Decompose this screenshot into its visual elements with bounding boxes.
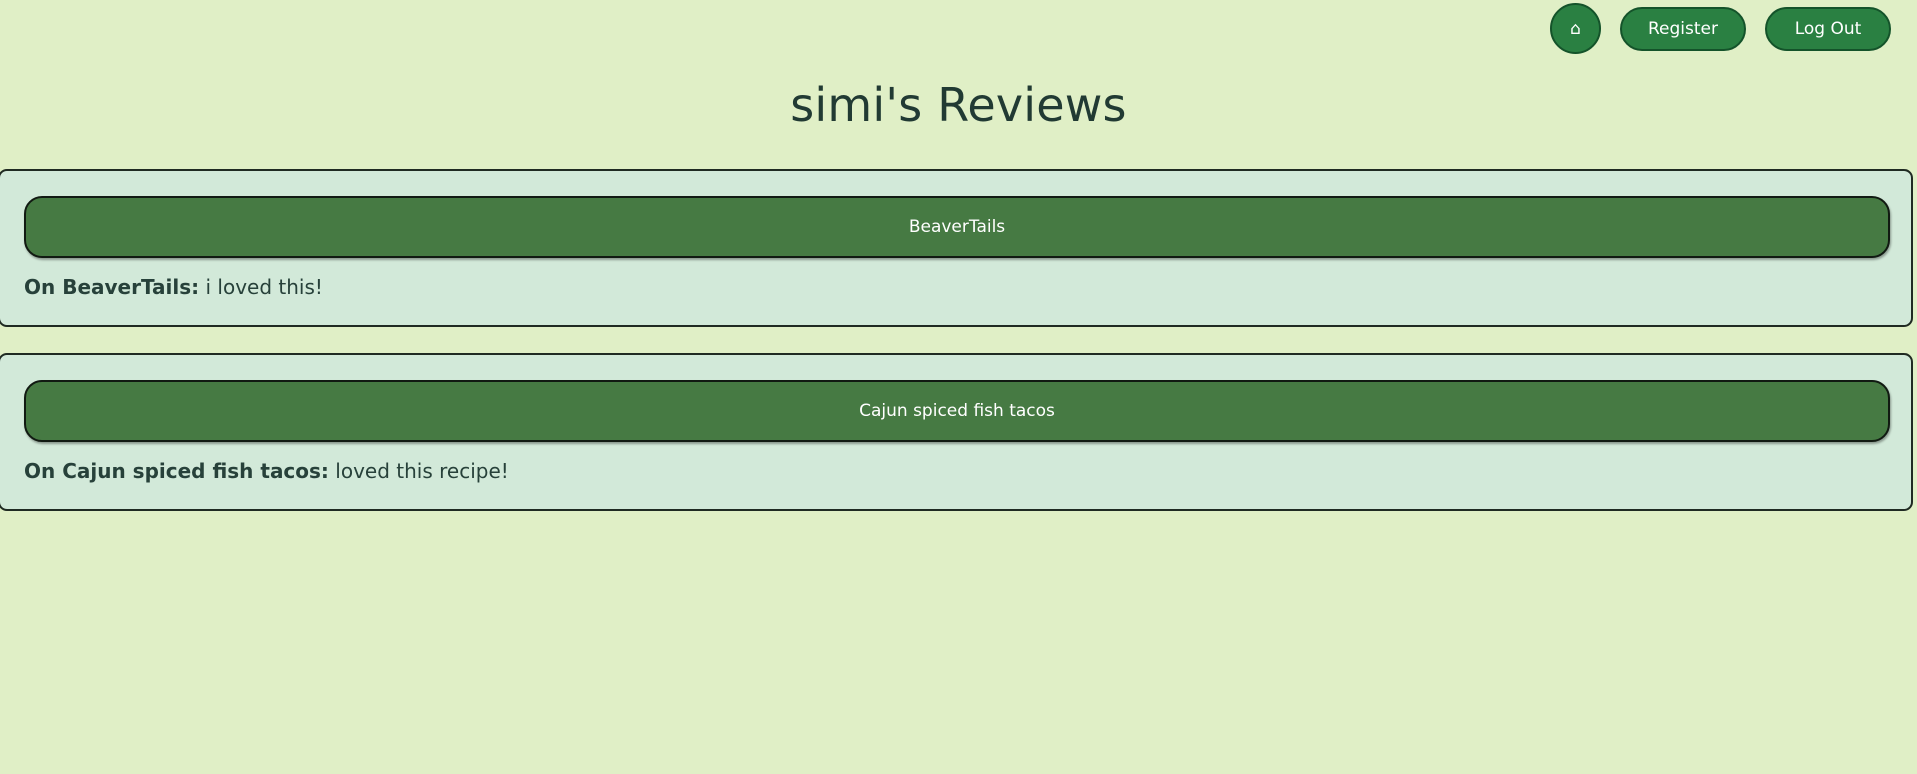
review-card: Cajun spiced fish tacos On Cajun spiced …	[0, 353, 1913, 511]
review-text: On BeaverTails: i loved this!	[24, 275, 323, 299]
register-button[interactable]: Register	[1620, 6, 1746, 51]
top-navigation: ⌂ Register Log Out	[1550, 3, 1891, 54]
review-comment: loved this recipe!	[328, 459, 509, 483]
review-card: BeaverTails On BeaverTails: i loved this…	[0, 169, 1913, 327]
review-item-button[interactable]: Cajun spiced fish tacos	[24, 380, 1890, 442]
review-item-label: On Cajun spiced fish tacos:	[24, 459, 329, 483]
review-comment: i loved this!	[199, 275, 323, 299]
home-button[interactable]: ⌂	[1550, 3, 1601, 54]
review-item-label: On BeaverTails:	[24, 275, 200, 299]
review-text: On Cajun spiced fish tacos: loved this r…	[24, 459, 509, 483]
page-title: simi's Reviews	[790, 78, 1127, 132]
review-item-button[interactable]: BeaverTails	[24, 196, 1890, 258]
home-icon: ⌂	[1570, 18, 1581, 39]
logout-button[interactable]: Log Out	[1765, 6, 1891, 51]
